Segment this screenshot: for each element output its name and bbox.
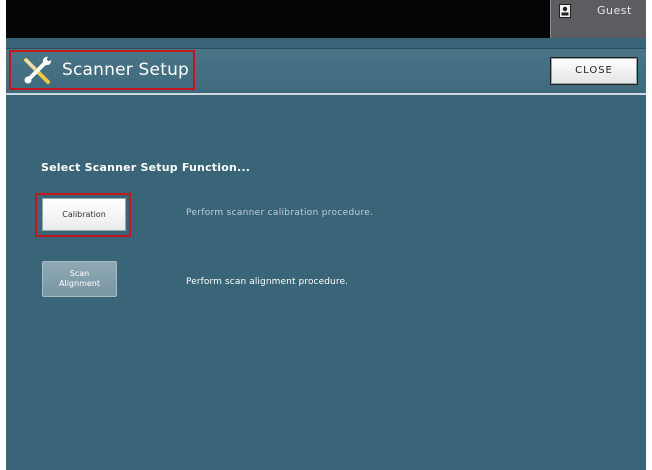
- page-title: Scanner Setup: [62, 60, 190, 80]
- calibration-description: Perform scanner calibration procedure.: [186, 208, 374, 218]
- close-button[interactable]: CLOSE: [550, 57, 638, 85]
- scan-alignment-label-line2: Alignment: [59, 279, 100, 288]
- scan-alignment-label-line1: Scan: [69, 269, 90, 278]
- tools-icon: [24, 56, 52, 84]
- scanner-setup-screen: Guest Scanner Setup CLOSE Select Scanner…: [6, 0, 646, 470]
- user-label: Guest: [597, 4, 632, 17]
- user-login-button[interactable]: Guest: [550, 0, 646, 38]
- top-status-bar: Guest: [6, 0, 646, 38]
- user-login-icon: [559, 4, 571, 18]
- calibration-button[interactable]: Calibration: [42, 198, 126, 231]
- scan-alignment-description: Perform scan alignment procedure.: [186, 277, 349, 287]
- function-prompt: Select Scanner Setup Function...: [41, 161, 251, 174]
- title-bar: Scanner Setup CLOSE: [6, 48, 646, 95]
- scan-alignment-button[interactable]: Scan Alignment: [42, 261, 117, 297]
